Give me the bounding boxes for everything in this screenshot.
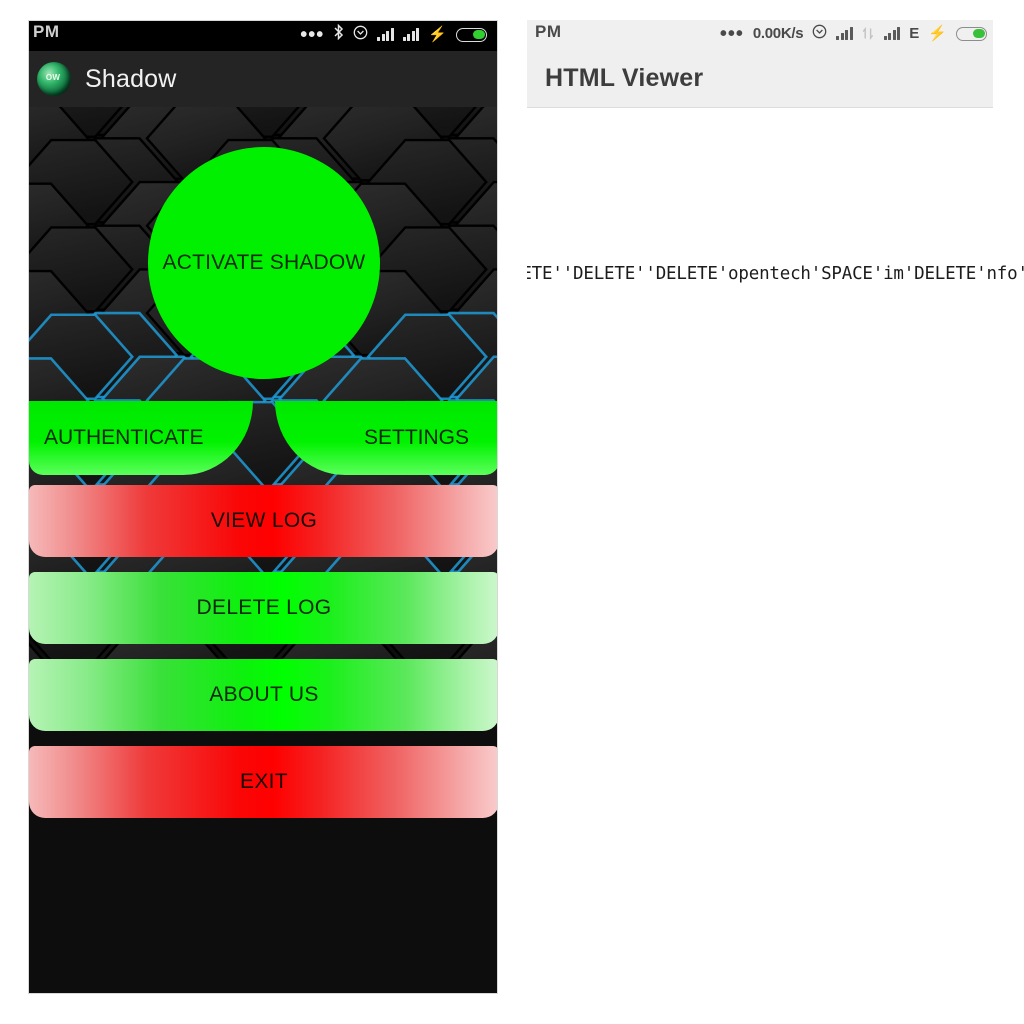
network-speed-label: 0.00K/s [752, 25, 804, 42]
battery-icon [456, 27, 487, 42]
view-log-label: VIEW LOG [210, 509, 318, 532]
app-header: OW Shadow [29, 51, 497, 107]
app-logo-icon: OW [37, 62, 71, 96]
left-status-icons: ••• ⚡ [300, 23, 487, 46]
alarm-clock-icon [353, 25, 368, 45]
about-us-button[interactable]: ABOUT US [29, 659, 497, 731]
activate-shadow-button[interactable]: ACTIVATE SHADOW [148, 147, 380, 379]
html-viewer-title: HTML Viewer [545, 64, 704, 92]
right-status-time: PM [535, 21, 562, 41]
signal-bars-icon [377, 28, 394, 41]
data-transfer-icon [862, 27, 875, 40]
authenticate-button[interactable]: AUTHENTICATE [29, 401, 253, 475]
battery-icon [956, 26, 987, 41]
app-title: Shadow [85, 64, 177, 93]
html-viewer-content-text: 'DELETE''DELETE''DELETE'opentech'SPACE'i… [527, 264, 1024, 284]
charging-bolt-icon: ⚡ [928, 25, 947, 42]
settings-button[interactable]: SETTINGS [275, 401, 497, 475]
about-us-label: ABOUT US [209, 683, 319, 706]
activate-shadow-label: ACTIVATE SHADOW [162, 251, 366, 274]
network-type-label: E [909, 25, 920, 42]
more-dots-icon: ••• [300, 23, 325, 46]
settings-label: SETTINGS [363, 426, 469, 449]
split-button-row: AUTHENTICATE SETTINGS [29, 401, 497, 475]
html-viewer-content: 'DELETE''DELETE''DELETE'opentech'SPACE'i… [527, 258, 1024, 290]
activate-area: ACTIVATE SHADOW [29, 107, 497, 407]
right-status-icons: ••• 0.00K/s E ⚡ [720, 24, 987, 44]
charging-bolt-icon: ⚡ [428, 26, 447, 43]
more-dots-icon: ••• [719, 22, 744, 45]
signal-bars-icon [883, 27, 901, 40]
authenticate-label: AUTHENTICATE [44, 426, 204, 449]
main-content: ACTIVATE SHADOW AUTHENTICATE SETTINGS VI… [29, 107, 497, 993]
exit-button[interactable]: EXIT [29, 746, 497, 818]
html-viewer-header: HTML Viewer [527, 50, 993, 108]
left-status-bar: PM ••• ⚡ [29, 21, 497, 51]
delete-log-label: DELETE LOG [196, 596, 332, 619]
view-log-button[interactable]: VIEW LOG [29, 485, 497, 557]
alarm-clock-icon [812, 24, 827, 44]
app-logo-text: OW [45, 73, 61, 82]
exit-label: EXIT [240, 770, 288, 793]
right-device-screen: PM ••• 0.00K/s E ⚡ HTML Viewer [527, 20, 993, 112]
right-status-bar: PM ••• 0.00K/s E ⚡ [527, 20, 993, 50]
signal-bars-icon [402, 28, 420, 41]
left-status-time: PM [33, 22, 60, 41]
screenshot-root: PM ••• ⚡ OW Shadow ACTIVATE SHADOW AUTHE… [0, 0, 1024, 1024]
left-device-screen: PM ••• ⚡ OW Shadow ACTIVATE SHADOW AUTHE… [28, 20, 498, 994]
bluetooth-icon [333, 23, 344, 45]
delete-log-button[interactable]: DELETE LOG [29, 572, 497, 644]
signal-bars-icon [836, 27, 853, 40]
